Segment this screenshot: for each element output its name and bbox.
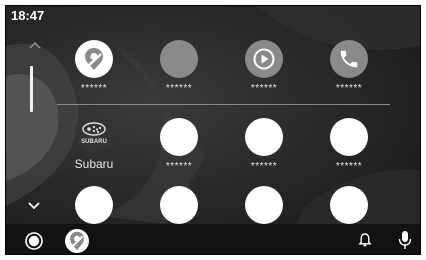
app-label: ****** [165,161,193,172]
android-auto-screen: 18:47 ****** ****** ****** ****** SUBARU… [5,5,421,255]
blank-app-icon [160,186,198,224]
blank-app-icon [245,186,283,224]
app-tile-subaru[interactable]: SUBARU Subaru [64,114,124,171]
app-tile-6[interactable]: ****** [149,118,209,172]
status-time: 18:47 [11,8,45,23]
bell-icon[interactable] [357,232,373,248]
app-tile-2[interactable]: ****** [149,40,209,94]
app-label: Subaru [74,157,114,171]
app-label: ****** [250,161,278,172]
blank-app-icon [160,40,198,78]
app-tile-12[interactable] [319,186,379,224]
blank-app-icon [245,118,283,156]
app-label: ****** [165,83,193,94]
app-label: ****** [335,161,363,172]
subaru-logo-text: SUBARU [81,139,107,145]
blank-app-icon [160,118,198,156]
blank-app-icon [330,186,368,224]
maps-icon [75,40,113,78]
play-icon [245,40,283,78]
scroll-indicator[interactable] [30,66,33,112]
blank-app-icon [75,186,113,224]
subaru-logo-icon: SUBARU [75,114,113,152]
app-tile-8[interactable]: ****** [319,118,379,172]
app-label: ****** [80,83,108,94]
chevron-down-icon[interactable] [27,201,41,211]
chevron-up-icon[interactable] [27,40,43,50]
maps-icon[interactable] [65,229,89,253]
app-tile-11[interactable] [234,186,294,224]
microphone-icon[interactable] [398,230,412,250]
app-label: ****** [335,83,363,94]
app-tile-media[interactable]: ****** [234,40,294,94]
app-tile-7[interactable]: ****** [234,118,294,172]
app-tile-9[interactable] [64,186,124,224]
phone-icon [330,40,368,78]
home-circle-icon[interactable] [25,232,43,250]
app-tile-phone[interactable]: ****** [319,40,379,94]
app-label: ****** [250,83,278,94]
bottom-nav-bar [6,224,420,254]
blank-app-icon [330,118,368,156]
app-tile-10[interactable] [149,186,209,224]
app-tile-maps[interactable]: ****** [64,40,124,94]
row-divider [57,104,390,105]
